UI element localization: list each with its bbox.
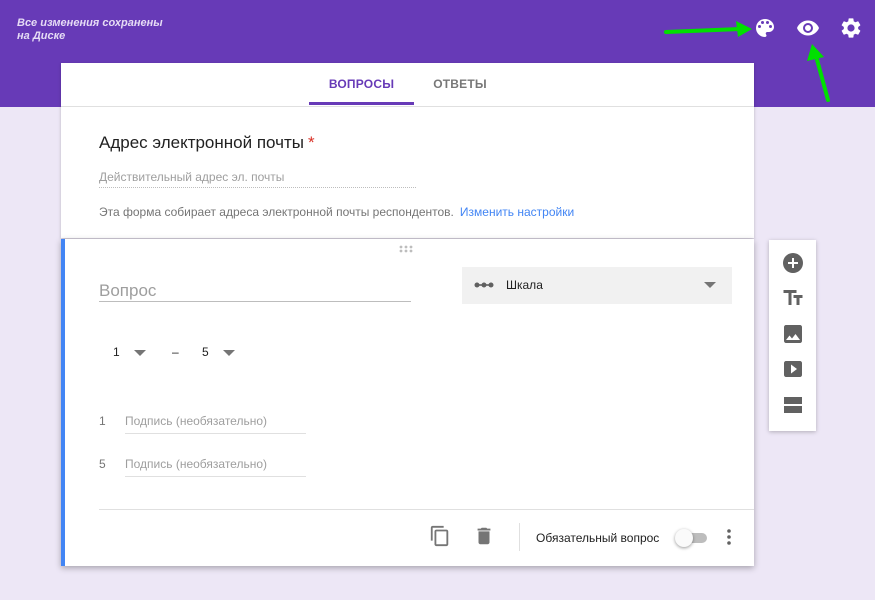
question-type-select[interactable]: Шкала (462, 267, 732, 304)
duplicate-icon[interactable] (429, 525, 451, 547)
scale-label-max-input[interactable]: Подпись (необязательно) (125, 457, 306, 477)
email-field: Действительный адрес эл. почты (99, 170, 416, 188)
more-options-icon[interactable] (721, 527, 737, 547)
add-question-icon[interactable] (781, 251, 805, 275)
question-title-input[interactable]: Вопрос (99, 281, 411, 302)
drag-handle-icon[interactable] (399, 245, 415, 253)
form-header-card: ВОПРОСЫ ОТВЕТЫ Адрес электронной почты * … (61, 63, 754, 238)
question-footer-divider (99, 509, 754, 510)
email-collection-note: Эта форма собирает адреса электронной по… (99, 205, 574, 219)
active-card-accent (61, 239, 65, 566)
question-card[interactable]: Вопрос Шкала 1 – 5 1 Подпись (необязател… (61, 239, 754, 566)
scale-label-number-max: 5 (99, 457, 106, 471)
annotation-arrow-palette (664, 21, 752, 37)
save-status-text: Все изменения сохранены на Диске (17, 17, 163, 42)
toggle-thumb (675, 529, 693, 547)
email-question-title: Адрес электронной почты * (99, 133, 315, 153)
scale-label-number-min: 1 (99, 414, 106, 428)
settings-gear-icon[interactable] (839, 16, 863, 40)
footer-vertical-divider (519, 523, 520, 551)
preview-eye-icon[interactable] (796, 16, 820, 40)
tab-responses[interactable]: ОТВЕТЫ (416, 63, 504, 106)
linear-scale-icon (474, 282, 494, 288)
tab-questions[interactable]: ВОПРОСЫ (309, 63, 414, 106)
delete-trash-icon[interactable] (473, 525, 495, 547)
add-title-icon[interactable] (781, 286, 805, 310)
required-toggle[interactable] (675, 529, 711, 547)
email-note-text: Эта форма собирает адреса электронной по… (99, 205, 454, 219)
add-video-icon[interactable] (781, 357, 805, 381)
add-section-icon[interactable] (781, 393, 805, 417)
active-tab-indicator (309, 102, 414, 105)
side-toolbar (769, 240, 816, 431)
scale-label-min-input[interactable]: Подпись (необязательно) (125, 414, 306, 434)
chevron-down-icon (134, 350, 146, 356)
scale-min-select[interactable]: 1 (113, 344, 149, 364)
chevron-down-icon (223, 350, 235, 356)
required-label: Обязательный вопрос (536, 531, 660, 545)
scale-max-select[interactable]: 5 (202, 344, 238, 364)
change-settings-link[interactable]: Изменить настройки (460, 205, 574, 219)
chevron-down-icon (704, 282, 716, 288)
scale-range-separator: – (172, 345, 179, 359)
question-type-label: Шкала (506, 278, 543, 292)
scale-max-value: 5 (202, 345, 209, 359)
add-image-icon[interactable] (781, 322, 805, 346)
tabs-divider (61, 106, 754, 107)
email-title-text: Адрес электронной почты (99, 133, 304, 152)
required-star: * (308, 133, 315, 152)
annotation-arrow-preview (807, 44, 830, 102)
scale-min-value: 1 (113, 345, 120, 359)
